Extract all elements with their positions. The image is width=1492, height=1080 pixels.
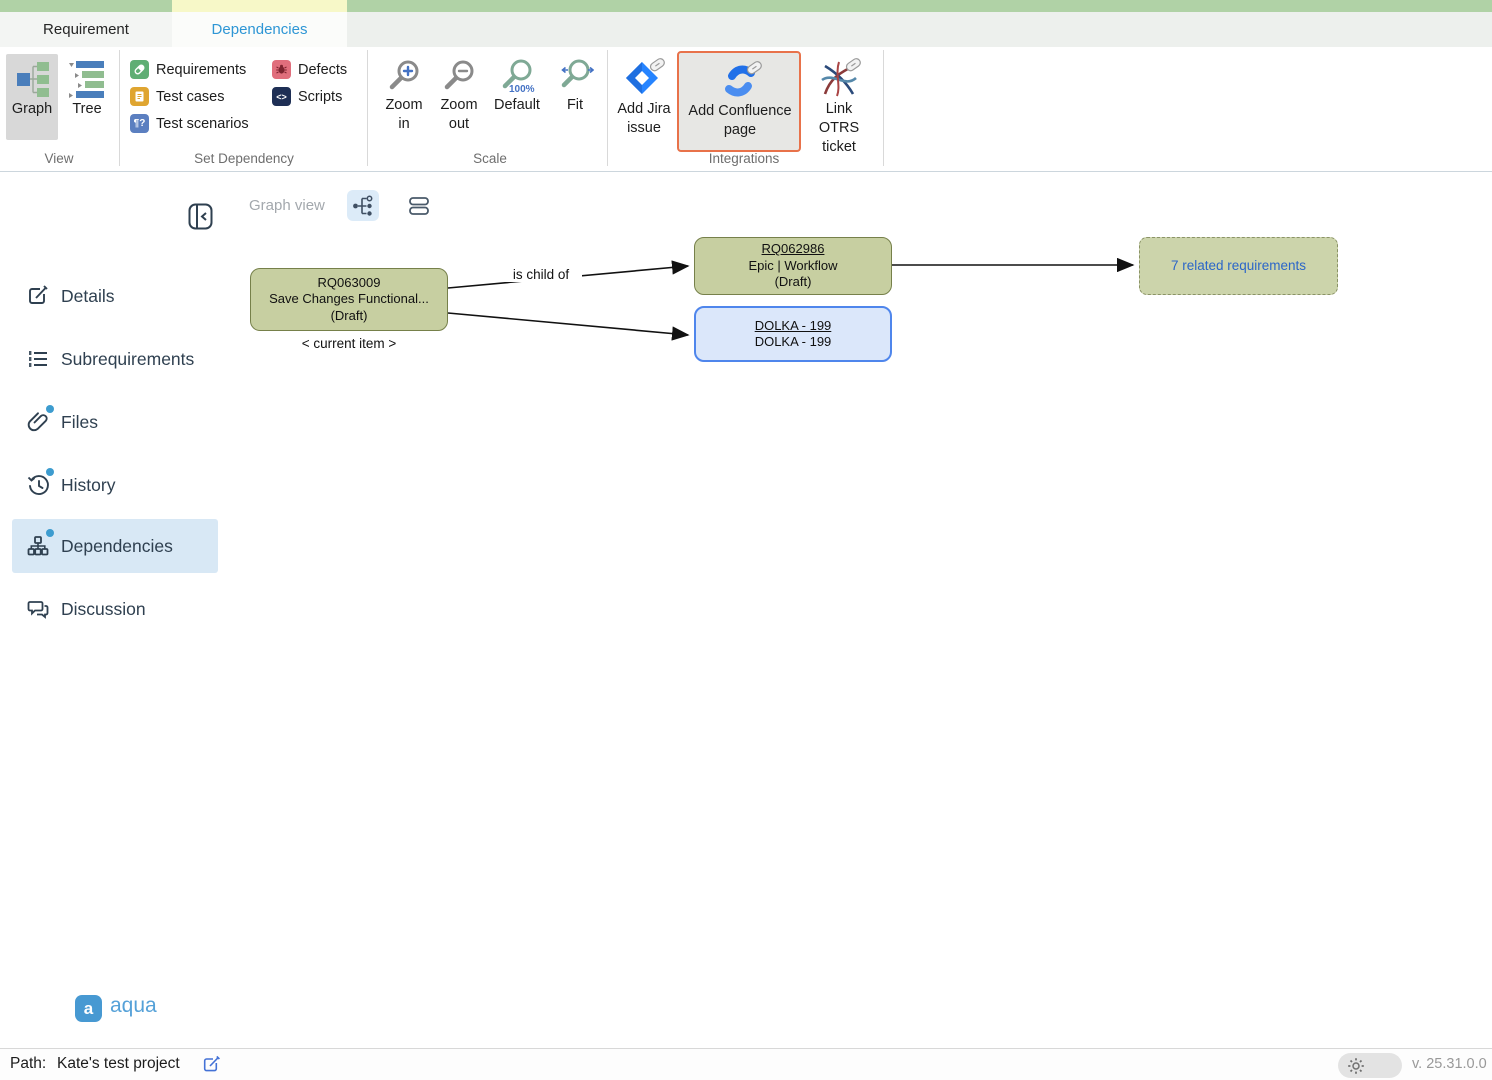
ribbon-divider [119,50,120,166]
version-text: v. 25.31.0.0 [1412,1056,1487,1072]
node-status: (Draft) [775,274,812,291]
node-title: Save Changes Functional... [269,291,429,308]
test-cases-icon [130,87,149,106]
confluence-icon [718,60,762,102]
ribbon-divider [367,50,368,166]
path-value: Kate's test project [57,1055,180,1073]
requirements-icon [130,60,149,79]
scripts-label: Scripts [298,89,342,105]
tab-dependencies[interactable]: Dependencies [172,12,347,47]
settings-toggle[interactable] [1338,1053,1402,1078]
group-label-set-dependency: Set Dependency [169,151,319,166]
zoom-in-button[interactable]: Zoom in [378,54,430,146]
group-label-integrations: Integrations [684,151,804,166]
node-title: Epic | Workflow [748,258,837,275]
path-label: Path: [10,1055,46,1073]
node-current-requirement[interactable]: RQ063009 Save Changes Functional... (Dra… [250,268,448,331]
node-title: DOLKA - 199 [755,334,832,351]
defects-icon [272,60,291,79]
zoom-default-icon: 100% [498,58,536,96]
set-dep-scripts[interactable]: <> Scripts [272,87,342,106]
tab-bar: Requirement Dependencies [0,12,1492,47]
node-status: (Draft) [331,308,368,325]
zoom-fit-icon [556,58,594,96]
dependencies-canvas: Graph view Details Subrequirements Files [0,172,1492,1048]
tree-icon [66,58,108,100]
defects-label: Defects [298,62,347,78]
zoom-out-label: Zoom out [437,96,481,134]
link-badge-icon [746,60,762,75]
set-dep-requirements[interactable]: Requirements [130,60,246,79]
zoom-in-icon [385,58,423,96]
jira-icon [622,58,666,100]
zoom-fit-label: Fit [567,96,583,115]
zoom-fit-button[interactable]: Fit [551,54,599,146]
status-bar: Path: Kate's test project v. 25.31.0.0 [0,1048,1492,1080]
graph-button-label: Graph [12,100,52,119]
tree-view-button[interactable]: Tree [61,54,113,140]
set-dep-defects[interactable]: Defects [272,60,347,79]
ribbon-divider [883,50,884,166]
zoom-default-button[interactable]: 100% Default [488,54,546,146]
tab-requirement[interactable]: Requirement [0,12,172,47]
dependency-edges [0,172,1492,1048]
edge-label: is child of [500,267,582,282]
node-id-link[interactable]: RQ062986 [762,241,825,258]
group-label-view: View [14,151,104,166]
link-otrs-label: Link OTRS ticket [806,100,872,157]
tree-button-label: Tree [72,100,101,119]
link-badge-icon [649,58,666,72]
node-parent-requirement[interactable]: RQ062986 Epic | Workflow (Draft) [694,237,892,295]
test-scenarios-label: Test scenarios [156,116,249,132]
set-dep-test-scenarios[interactable]: ¶? Test scenarios [130,114,249,133]
default-zoom-badge: 100% [509,80,535,99]
test-scenarios-icon: ¶? [130,114,149,133]
zoom-out-button[interactable]: Zoom out [433,54,485,146]
zoom-in-label: Zoom in [382,96,426,134]
add-confluence-label: Add Confluence page [685,102,795,140]
active-tab-accent-band [172,0,347,12]
test-cases-label: Test cases [156,89,225,105]
requirements-label: Requirements [156,62,246,78]
add-jira-label: Add Jira issue [613,100,675,138]
node-related-requirements[interactable]: 7 related requirements [1139,237,1338,295]
node-id: RQ063009 [318,275,381,292]
related-requirements-link[interactable]: 7 related requirements [1171,258,1306,275]
add-jira-issue-button[interactable]: Add Jira issue [612,54,676,146]
graph-view-button[interactable]: Graph [6,54,58,140]
graph-icon [11,58,53,100]
group-label-scale: Scale [430,151,550,166]
aqua-logo-icon: a [75,995,102,1022]
set-dep-test-cases[interactable]: Test cases [130,87,225,106]
ribbon: Graph Tree View Requirements Te [0,47,1492,172]
add-confluence-page-button[interactable]: Add Confluence page [677,51,801,152]
edit-path-button[interactable] [202,1055,221,1074]
link-otrs-ticket-button[interactable]: Link OTRS ticket [806,54,872,146]
scripts-icon: <> [272,87,291,106]
edit-pencil-icon [202,1055,221,1074]
zoom-out-icon [440,58,478,96]
node-id-link[interactable]: DOLKA - 199 [755,318,832,335]
node-jira-item[interactable]: DOLKA - 199 DOLKA - 199 [694,306,892,362]
brand-name: aqua [110,994,157,1018]
ribbon-divider [607,50,608,166]
current-item-label: < current item > [250,336,448,351]
otrs-icon [817,58,861,100]
gear-icon [1347,1057,1365,1075]
